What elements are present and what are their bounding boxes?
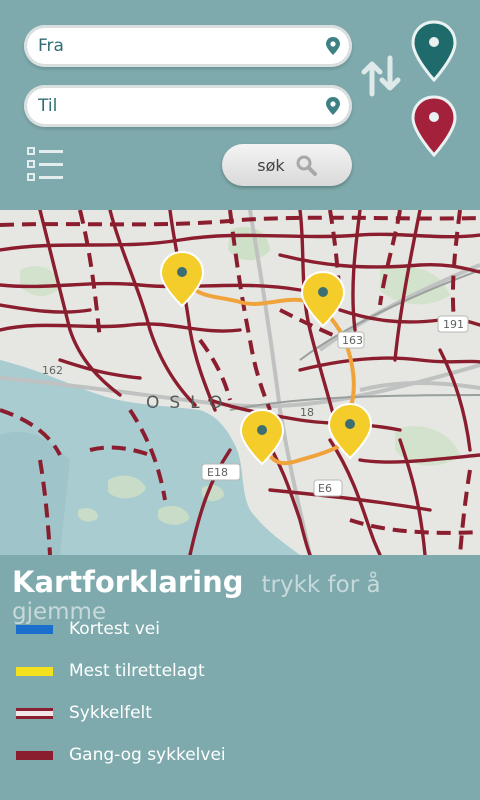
legend-label: Kortest vei (69, 619, 160, 639)
city-label-oslo: OSLO (146, 393, 232, 413)
to-input[interactable] (38, 91, 308, 121)
location-pin-icon[interactable] (326, 97, 340, 115)
from-input[interactable] (38, 31, 308, 61)
legend-swatch-blue (16, 624, 53, 634)
legend-item-bike-lane: Sykkelfelt (16, 698, 152, 728)
road-label-191: 191 (443, 318, 464, 331)
map-view[interactable]: 191 163 E18 E6 162 18 OSLO (0, 210, 480, 555)
road-label-163: 163 (342, 334, 363, 347)
legend-label: Mest tilrettelagt (69, 661, 205, 681)
swap-arrows-icon[interactable] (360, 54, 404, 98)
search-panel: søk (0, 0, 480, 210)
to-field[interactable] (24, 85, 352, 127)
legend-title: Kartforklaring (12, 565, 244, 599)
search-button-label: søk (257, 155, 285, 175)
legend-toggle[interactable]: Kartforklaring trykk for å gjemme (12, 565, 472, 625)
list-icon[interactable] (26, 144, 66, 184)
road-label-e6: E6 (318, 482, 332, 495)
location-pin-icon[interactable] (326, 37, 340, 55)
legend-label: Sykkelfelt (69, 703, 152, 723)
road-label-18: 18 (300, 406, 314, 419)
search-icon (296, 155, 317, 176)
legend-swatch-striped (16, 707, 53, 719)
end-marker-icon[interactable] (411, 95, 457, 157)
legend-swatch-maroon (16, 750, 53, 760)
road-label-162: 162 (42, 364, 63, 377)
search-button[interactable]: søk (222, 144, 352, 186)
start-marker-icon[interactable] (411, 20, 457, 82)
legend-item-footbike-path: Gang-og sykkelvei (16, 740, 226, 770)
legend-swatch-yellow (16, 666, 53, 676)
legend-item-most-accessible: Mest tilrettelagt (16, 656, 205, 686)
legend-item-shortest: Kortest vei (16, 614, 160, 644)
map-canvas[interactable]: 191 163 E18 E6 162 18 OSLO (0, 210, 480, 555)
legend-label: Gang-og sykkelvei (69, 745, 226, 765)
map-legend: Kartforklaring trykk for å gjemme Kortest… (0, 555, 480, 800)
from-field[interactable] (24, 25, 352, 67)
road-label-e18: E18 (207, 466, 228, 479)
